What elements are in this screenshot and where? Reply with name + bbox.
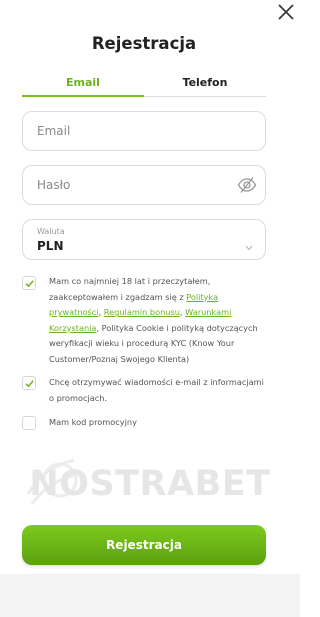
tab-email[interactable]: Email xyxy=(22,76,144,89)
tab-phone[interactable]: Telefon xyxy=(144,76,266,89)
terms-text: Mam co najmniej 18 lat i przeczytałem, z… xyxy=(49,274,271,368)
bonus-terms-link[interactable]: Regulamin bonusu xyxy=(104,307,180,317)
tab-active-indicator xyxy=(22,95,144,97)
password-input[interactable] xyxy=(37,166,237,204)
watermark-logo-icon xyxy=(26,458,79,505)
eye-off-icon[interactable] xyxy=(237,176,257,194)
close-icon xyxy=(278,4,294,20)
check-icon xyxy=(25,280,34,288)
register-button[interactable]: Rejestracja xyxy=(22,525,266,565)
terms-checkbox[interactable] xyxy=(22,276,36,290)
page-title: Rejestracja xyxy=(91,34,197,53)
close-button[interactable] xyxy=(276,2,296,22)
watermark: NOSTRABET xyxy=(20,454,280,524)
email-field[interactable] xyxy=(22,111,266,151)
promo-code-checkbox[interactable] xyxy=(22,416,36,430)
password-field[interactable] xyxy=(22,165,266,205)
check-icon xyxy=(25,380,34,388)
marketing-text: Chcę otrzymywać wiadomości e-mail z info… xyxy=(49,377,264,403)
currency-value: PLN xyxy=(37,239,64,253)
tab-divider xyxy=(144,96,266,97)
watermark-text: NOSTRABET xyxy=(29,464,271,504)
promo-code-text: Mam kod promocyjny xyxy=(49,417,137,427)
email-input[interactable] xyxy=(37,112,237,150)
bottom-band xyxy=(0,574,300,617)
currency-label: Waluta xyxy=(37,227,65,236)
chevron-down-icon xyxy=(245,236,253,251)
currency-select[interactable]: Waluta PLN xyxy=(22,219,266,260)
marketing-checkbox[interactable] xyxy=(22,376,36,390)
